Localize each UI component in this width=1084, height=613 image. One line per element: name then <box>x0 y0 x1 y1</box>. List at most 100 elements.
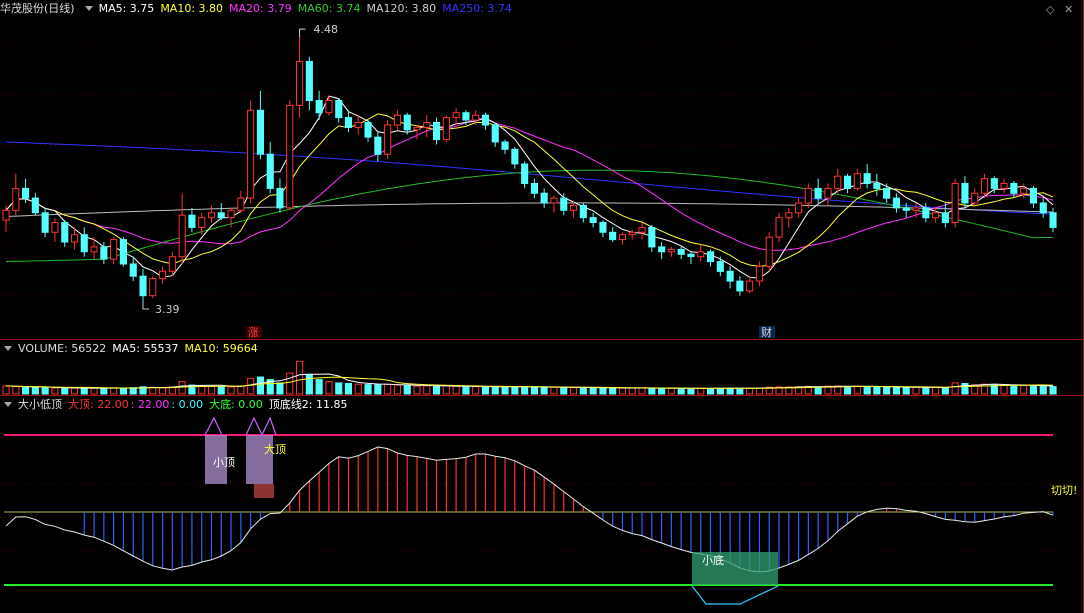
candle-body <box>667 248 675 253</box>
indicator-title[interactable]: 大小低顶 <box>18 398 62 411</box>
candle-body <box>178 214 186 258</box>
volume-bar <box>599 387 607 395</box>
candle-body <box>2 209 10 221</box>
volume-bar <box>286 372 294 395</box>
diamond-icon[interactable]: ◇ <box>1046 3 1054 16</box>
candle-body <box>296 61 304 106</box>
candle-body <box>41 212 49 233</box>
candle-body <box>208 212 216 219</box>
candle-body <box>570 204 578 211</box>
candle-body <box>814 187 822 199</box>
candle-body <box>462 112 470 121</box>
candle-body <box>452 112 460 119</box>
candle-body <box>374 136 382 155</box>
volume-bar <box>256 376 264 395</box>
candle-body <box>119 239 128 265</box>
dropdown-icon[interactable] <box>4 346 12 351</box>
volume-bar <box>178 381 186 395</box>
candle-body <box>795 202 803 214</box>
dropdown-icon[interactable] <box>4 402 12 407</box>
candle-body <box>912 207 920 211</box>
candle-body <box>344 117 352 128</box>
candle-body <box>726 270 734 282</box>
volume-bar <box>198 385 206 395</box>
volume-bar <box>119 387 128 395</box>
volume-bar <box>413 385 421 395</box>
candle-body <box>609 231 617 241</box>
volume-bar <box>579 387 587 395</box>
candle-body <box>90 246 98 253</box>
volume-bar <box>883 386 891 395</box>
candle-body <box>501 141 509 150</box>
candle-body <box>892 197 901 209</box>
volume-bar <box>491 385 499 395</box>
volume-bar <box>951 382 959 395</box>
candle-body <box>481 114 489 126</box>
candle-body <box>247 109 255 199</box>
small-bottom-label: 小底 <box>702 553 724 567</box>
close-icon[interactable]: ✕ <box>1064 3 1073 16</box>
candle-body <box>413 126 421 131</box>
big-top-peak <box>245 416 277 437</box>
candle-body <box>853 173 861 189</box>
candle-body <box>599 222 607 233</box>
candle-body <box>697 251 705 258</box>
dropdown-icon[interactable] <box>84 6 93 11</box>
candle-body <box>971 192 979 204</box>
candle-body <box>775 217 783 238</box>
candle-body <box>305 61 313 101</box>
volume-bar <box>1029 385 1038 395</box>
ma10-label: MA10: 3.80 <box>160 2 224 15</box>
ma120-label: MA120: 3.80 <box>366 2 437 15</box>
candle-body <box>149 278 157 297</box>
volume-bar <box>22 386 30 395</box>
volume-bar <box>892 387 901 395</box>
volume-bar <box>873 386 881 395</box>
candle-body <box>1000 183 1008 189</box>
volume-bar <box>814 386 822 395</box>
volume-bar <box>2 385 10 395</box>
candle-body <box>1049 212 1057 228</box>
candle-body <box>716 261 724 272</box>
volume-bar <box>12 385 20 395</box>
candle-body <box>71 234 79 243</box>
volume-bar <box>423 385 431 395</box>
indicator-item-2: : 0.00 <box>171 398 204 411</box>
volume-bar <box>912 386 920 395</box>
volume-bar <box>707 388 715 395</box>
volume-bar <box>315 379 323 395</box>
candle-body <box>648 226 656 248</box>
candle-body <box>834 175 842 189</box>
volume-bar <box>961 383 969 395</box>
volume-bar <box>687 388 695 395</box>
volume-bar <box>462 386 470 395</box>
volume-bar <box>129 387 137 395</box>
candle-body <box>491 124 499 143</box>
candle-body <box>384 124 392 155</box>
volume-bar <box>364 384 372 395</box>
candle-body <box>276 187 284 209</box>
candle-body <box>51 222 59 233</box>
volume-ma10: MA10: 59664 <box>184 342 258 355</box>
volume-bar <box>296 360 304 395</box>
volume-bar <box>609 387 617 395</box>
volume-bar <box>374 384 382 395</box>
candle-body <box>256 109 264 155</box>
candle-body <box>677 248 685 255</box>
volume-bar <box>726 387 734 395</box>
candle-body <box>902 207 910 211</box>
volume-bar <box>335 382 343 395</box>
volume-bar <box>648 387 656 395</box>
candle-body <box>755 265 764 282</box>
candle-body <box>540 192 548 204</box>
marker-cai: 财 <box>761 325 772 339</box>
candle-body <box>1039 202 1047 214</box>
ma5-line <box>5 95 1054 279</box>
stock-name[interactable]: 华茂股份(日线) <box>0 2 75 15</box>
volume-bar <box>384 383 392 395</box>
low-price-label: 3.39 <box>155 303 180 316</box>
candle-body <box>31 197 39 214</box>
candle-body <box>12 187 20 211</box>
volume-bar <box>442 385 450 395</box>
volume-bar <box>501 386 509 395</box>
